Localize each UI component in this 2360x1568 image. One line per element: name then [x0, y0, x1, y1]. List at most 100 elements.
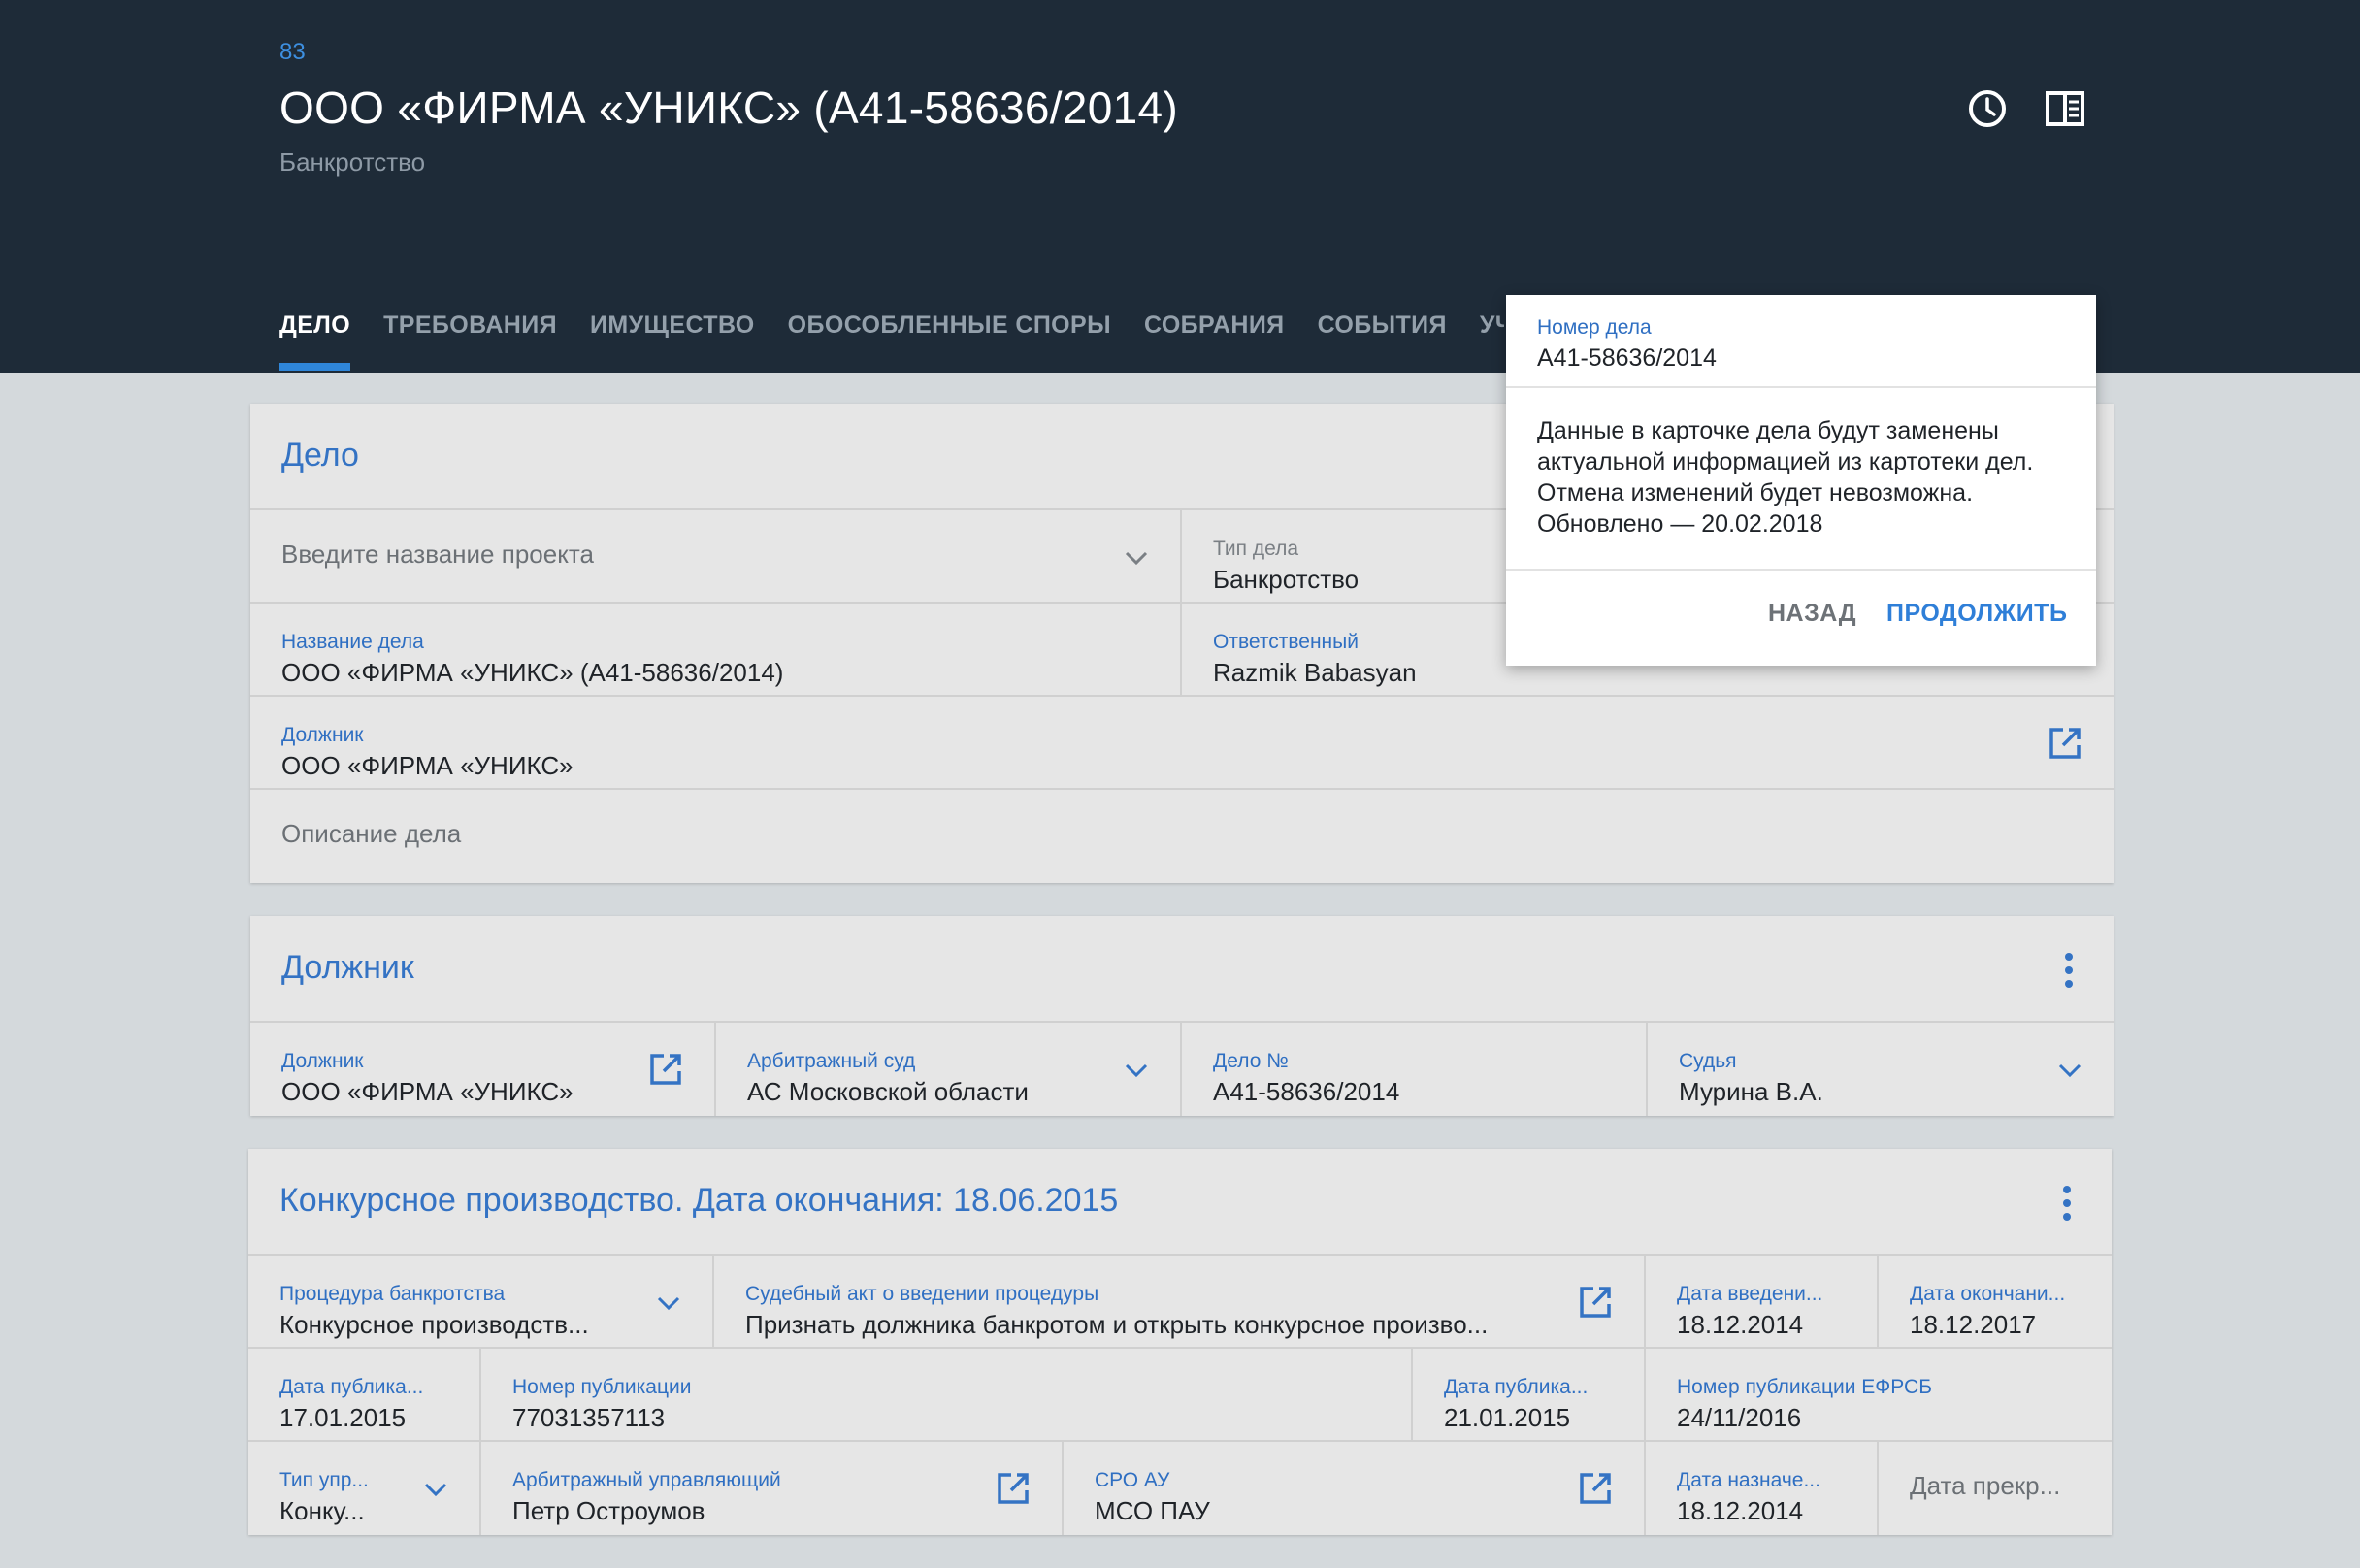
continue-button[interactable]: ПРОДОЛЖИТЬ — [1886, 600, 2067, 628]
back-button[interactable]: НАЗАД — [1768, 600, 1856, 628]
pub-date2-field[interactable]: Дата публика... 21.01.2015 — [1413, 1349, 1646, 1440]
page-title: ООО «ФИРМА «УНИКС» (А41-58636/2014) — [279, 82, 1178, 133]
case-number-label: Дело № — [1213, 1050, 1289, 1072]
termination-date-field[interactable]: Дата прекр... — [1879, 1442, 2112, 1535]
efrsb-value: 24/11/2016 — [1677, 1403, 1802, 1432]
description-field[interactable]: Описание дела — [250, 790, 2114, 883]
chevron-down-icon[interactable] — [421, 1475, 450, 1504]
case-name-label: Название дела — [281, 631, 424, 653]
procedure-value: Конкурсное производств... — [279, 1310, 589, 1339]
end-date-value: 18.12.2017 — [1910, 1310, 2037, 1339]
more-vert-icon[interactable] — [2063, 951, 2075, 990]
pub-date2-value: 21.01.2015 — [1444, 1403, 1571, 1432]
case-number-field[interactable]: Дело № А41-58636/2014 — [1182, 1023, 1648, 1116]
case-counter: 83 — [279, 39, 306, 65]
debtor-card: Должник Должник ООО «ФИРМА «УНИКС» Арбит… — [250, 916, 2114, 1116]
open-external-icon[interactable] — [1576, 1469, 1615, 1508]
popup-case-number-label: Номер дела — [1537, 316, 1652, 339]
end-date-field[interactable]: Дата окончани... 18.12.2017 — [1879, 1256, 2112, 1347]
court-value: АС Московской области — [747, 1077, 1029, 1106]
appoint-date-value: 18.12.2014 — [1677, 1496, 1804, 1525]
case-name-field[interactable]: Название дела ООО «ФИРМА «УНИКС» (А41-58… — [250, 604, 1182, 695]
debtor-value: ООО «ФИРМА «УНИКС» — [281, 1077, 574, 1106]
pub-date-value: 17.01.2015 — [279, 1403, 407, 1432]
court-select[interactable]: Арбитражный суд АС Московской области — [716, 1023, 1182, 1116]
tab-6[interactable]: УЧАСТНИКИ — [1480, 309, 1504, 373]
chevron-down-icon[interactable] — [1122, 543, 1151, 572]
chevron-down-icon[interactable] — [1122, 1056, 1151, 1085]
tab-4[interactable]: СОБРАНИЯ — [1144, 309, 1285, 373]
debtor-label: Должник — [281, 724, 364, 746]
history-icon[interactable] — [1962, 83, 2013, 134]
court-act-value: Признать должника банкротом и открыть ко… — [745, 1310, 1489, 1339]
appoint-date-label: Дата назначе... — [1677, 1469, 1820, 1491]
manager-field[interactable]: Арбитражный управляющий Петр Остроумов — [481, 1442, 1064, 1535]
side-panel-icon[interactable] — [2040, 83, 2090, 134]
court-label: Арбитражный суд — [747, 1050, 916, 1072]
judge-label: Судья — [1679, 1050, 1737, 1072]
sro-label: СРО АУ — [1095, 1469, 1170, 1491]
tab-case[interactable]: ДЕЛО — [279, 309, 351, 373]
case-card-title: Дело — [281, 437, 359, 474]
pub-date2-label: Дата публика... — [1444, 1376, 1589, 1398]
sro-value: МСО ПАУ — [1095, 1496, 1210, 1525]
tab-2[interactable]: ИМУЩЕСТВО — [590, 309, 755, 373]
open-external-icon[interactable] — [1576, 1283, 1615, 1322]
intro-date-label: Дата введени... — [1677, 1283, 1823, 1305]
debtor-card-header: Должник — [250, 916, 2114, 1023]
pub-number-label: Номер публикации — [512, 1376, 692, 1398]
popup-message-line: Отмена изменений будет невозможна. — [1537, 479, 1974, 506]
intro-date-field[interactable]: Дата введени... 18.12.2014 — [1646, 1256, 1879, 1347]
intro-date-value: 18.12.2014 — [1677, 1310, 1804, 1339]
tab-5[interactable]: СОБЫТИЯ — [1318, 309, 1447, 373]
open-external-icon[interactable] — [994, 1469, 1032, 1508]
court-act-label: Судебный акт о введении процедуры — [745, 1283, 1099, 1305]
manager-label: Арбитражный управляющий — [512, 1469, 781, 1491]
manager-value: Петр Остроумов — [512, 1496, 705, 1525]
description-placeholder: Описание дела — [281, 819, 462, 848]
open-external-icon[interactable] — [2046, 724, 2084, 763]
chevron-down-icon[interactable] — [654, 1289, 683, 1318]
court-act-field[interactable]: Судебный акт о введении процедуры Призна… — [714, 1256, 1646, 1347]
appoint-date-field[interactable]: Дата назначе... 18.12.2014 — [1646, 1442, 1879, 1535]
page-subtitle: Банкротство — [279, 147, 426, 177]
popup-case-number-value: А41-58636/2014 — [1537, 344, 1717, 372]
open-external-icon[interactable] — [646, 1050, 685, 1089]
judge-select[interactable]: Судья Мурина В.А. — [1648, 1023, 2114, 1116]
case-name-value: ООО «ФИРМА «УНИКС» (А41-58636/2014) — [281, 658, 784, 687]
more-vert-icon[interactable] — [2061, 1184, 2073, 1223]
end-date-label: Дата окончани... — [1910, 1283, 2066, 1305]
pub-date-label: Дата публика... — [279, 1376, 424, 1398]
debtor-link-field[interactable]: Должник ООО «ФИРМА «УНИКС» — [250, 1023, 716, 1116]
procedure-card-title: Конкурсное производство. Дата окончания:… — [279, 1182, 1119, 1219]
popup-header: Номер дела А41-58636/2014 — [1506, 295, 2096, 388]
procedure-select[interactable]: Процедура банкротства Конкурсное произво… — [248, 1256, 714, 1347]
debtor-card-title: Должник — [281, 949, 414, 986]
debtor-label: Должник — [281, 1050, 364, 1072]
chevron-down-icon[interactable] — [2055, 1056, 2084, 1085]
termination-date-placeholder: Дата прекр... — [1910, 1471, 2061, 1500]
popup-message-line: актуальной информацией из картотеки дел. — [1537, 448, 2034, 475]
pub-date-field[interactable]: Дата публика... 17.01.2015 — [248, 1349, 481, 1440]
popup-message: Данные в карточке дела будут заменены ак… — [1506, 388, 2096, 571]
debtor-value: ООО «ФИРМА «УНИКС» — [281, 751, 574, 780]
case-number-value: А41-58636/2014 — [1213, 1077, 1400, 1106]
tab-bar: ДЕЛО ТРЕБОВАНИЯ ИМУЩЕСТВО ОБОСОБЛЕННЫЕ СПОР… — [279, 291, 1504, 373]
pub-number-field[interactable]: Номер публикации 77031357113 — [481, 1349, 1413, 1440]
tab-3[interactable]: ОБОСОБЛЕННЫЕ СПОРЫ — [788, 309, 1111, 373]
procedure-card-header: Конкурсное производство. Дата окончания:… — [248, 1149, 2112, 1256]
pub-number-value: 77031357113 — [512, 1403, 666, 1432]
efrsb-label: Номер публикации ЕФРСБ — [1677, 1376, 1932, 1398]
sro-field[interactable]: СРО АУ МСО ПАУ — [1064, 1442, 1646, 1535]
procedure-card: Конкурсное производство. Дата окончания:… — [248, 1149, 2112, 1535]
project-select[interactable]: Введите название проекта — [250, 510, 1182, 602]
debtor-field[interactable]: Должник ООО «ФИРМА «УНИКС» — [250, 697, 2114, 788]
popup-message-line: Данные в карточке дела будут заменены — [1537, 417, 1999, 444]
update-confirmation-popup: Номер дела А41-58636/2014 Данные в карто… — [1506, 295, 2096, 666]
judge-value: Мурина В.А. — [1679, 1077, 1823, 1106]
tab-1[interactable]: ТРЕБОВАНИЯ — [383, 309, 557, 373]
popup-actions: НАЗАД ПРОДОЛЖИТЬ — [1506, 571, 2096, 664]
management-type-select[interactable]: Тип упр... Конку... — [248, 1442, 481, 1535]
project-placeholder: Введите название проекта — [281, 539, 594, 569]
efrsb-field[interactable]: Номер публикации ЕФРСБ 24/11/2016 — [1646, 1349, 2112, 1440]
